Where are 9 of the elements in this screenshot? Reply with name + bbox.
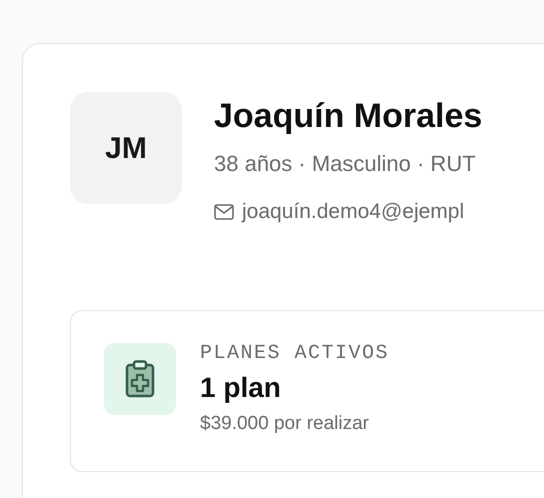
clipboard-icon [125, 360, 155, 398]
patient-details: 38 años · Masculino · RUT [214, 150, 477, 178]
stat-value: 1 plan [200, 370, 282, 404]
stat-label: PLANES ACTIVOS [200, 342, 390, 365]
mail-icon [214, 204, 234, 220]
avatar: JM [70, 92, 182, 204]
patient-name: Joaquín Morales [214, 98, 482, 136]
patient-email: joaquín.demo4@ejempl [242, 199, 464, 226]
stat-detail: $39.000 por realizar [200, 412, 370, 436]
